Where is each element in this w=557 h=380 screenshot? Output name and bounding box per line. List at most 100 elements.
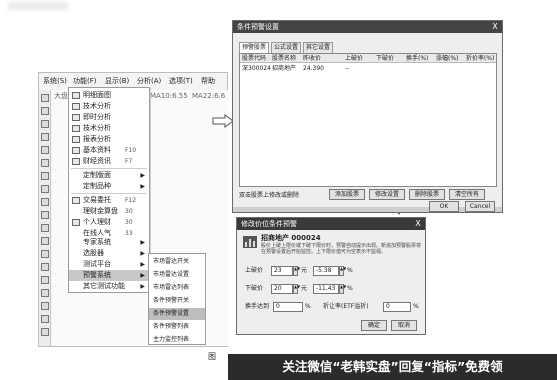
toolbar-icon[interactable]	[41, 289, 49, 297]
function-menu-tail: 其它测试功能 ▶	[68, 281, 150, 293]
submenu-item[interactable]: 市场雷达列表	[149, 282, 205, 294]
menu-item[interactable]: 测试平台 ▶	[69, 259, 149, 270]
menu-item[interactable]: 报表分析	[69, 134, 149, 145]
arrow-right-icon	[212, 114, 234, 128]
toolbar-icon[interactable]	[41, 185, 49, 193]
spinner-icon[interactable]: ▲▼	[293, 266, 300, 276]
modify-price-alert-dialog: 修改价位条件预警 X 招商地产 000024 股价上破上限价或下破下限价时，预警…	[236, 217, 426, 335]
submenu-item[interactable]: 主力监控列表	[149, 334, 205, 346]
menu-display[interactable]: 显示(B)	[105, 76, 129, 86]
toolbar-icon[interactable]	[41, 237, 49, 245]
close-icon[interactable]: X	[413, 219, 423, 228]
percent-label: %	[347, 285, 353, 292]
menu-item-icon	[72, 92, 80, 99]
discount-input[interactable]: 0	[383, 302, 411, 312]
toolbar-icon[interactable]	[41, 276, 49, 284]
alert-stock-list[interactable]: 股票代码 股票名称 昨收价 上破价 下破价 换手(%) 涨幅(%) 折价率(%)…	[239, 53, 497, 187]
menu-item[interactable]: 基本资料 F10	[69, 145, 149, 156]
menu-item-label: 技术分析	[83, 102, 111, 110]
toolbar-icon[interactable]	[41, 250, 49, 258]
menu-item[interactable]: 定制品种 ▶	[69, 181, 149, 192]
add-stock-button[interactable]: 添加股票	[329, 189, 365, 200]
menu-item[interactable]: 定制版面 ▶	[69, 170, 149, 181]
table-row[interactable]: 深300024 招商地产 24.390 --	[240, 64, 496, 73]
percent-label: %	[305, 303, 311, 310]
close-icon[interactable]: X	[490, 22, 500, 31]
lower-percent-input[interactable]: -11.43	[313, 284, 339, 294]
menu-system[interactable]: 系统(S)	[43, 76, 67, 86]
discount-label: 折让率(ETF溢折)	[323, 303, 369, 310]
column-header: 上破价	[345, 55, 364, 62]
toolbar-icon[interactable]	[41, 133, 49, 141]
lower-price-input[interactable]: 20	[271, 284, 293, 294]
confirm-button[interactable]: 确定	[361, 320, 387, 331]
unit-label: 元	[301, 267, 308, 274]
toolbar-icon[interactable]	[41, 172, 49, 180]
cell-code: 深300024	[242, 65, 271, 72]
toolbar-icon[interactable]	[41, 120, 49, 128]
lower-price-label: 下破价	[245, 285, 264, 292]
delete-stock-button[interactable]: 删除股票	[409, 189, 445, 200]
spinner-icon[interactable]: ▲▼	[339, 266, 346, 276]
toolbar-icon[interactable]	[41, 198, 49, 206]
toolbar-icon[interactable]	[41, 224, 49, 232]
submenu-arrow-icon: ▶	[140, 272, 145, 279]
menu-item-label: 预警系统	[83, 271, 111, 279]
menu-item[interactable]: 其它测试功能 ▶	[69, 281, 149, 292]
menu-item[interactable]: 明细面图	[69, 90, 149, 101]
toolbar-icon[interactable]	[41, 146, 49, 154]
menu-item[interactable]: 财经资讯 F7	[69, 156, 149, 167]
submenu-item[interactable]: 条件预警开关	[149, 295, 205, 307]
modify-settings-button[interactable]: 修改设置	[369, 189, 405, 200]
toolbar-icon[interactable]	[41, 107, 49, 115]
column-header: 下破价	[376, 55, 395, 62]
toolbar-icon[interactable]	[41, 315, 49, 323]
tab-formula-settings[interactable]: 公式设置	[271, 42, 301, 53]
toolbar-icon[interactable]	[41, 328, 49, 336]
menu-item-shortcut: 30	[125, 208, 133, 215]
percent-label: %	[413, 303, 419, 310]
menu-options[interactable]: 选项(T)	[169, 76, 193, 86]
tab-other-settings[interactable]: 其它设置	[303, 42, 333, 53]
menu-item[interactable]: 即时分析	[69, 112, 149, 123]
toolbar-icon[interactable]	[41, 263, 49, 271]
cancel-button[interactable]: Cancel	[465, 201, 495, 212]
menu-item[interactable]: 选股器 ▶	[69, 248, 149, 259]
ok-button[interactable]: OK	[429, 201, 459, 212]
menu-help[interactable]: 帮助	[201, 76, 215, 86]
menu-item[interactable]: 技术分析	[69, 123, 149, 134]
toolbar-icon[interactable]	[41, 94, 49, 102]
toolbar-icon[interactable]	[41, 302, 49, 310]
turnover-input[interactable]: 0	[273, 302, 303, 312]
cancel-button[interactable]: 取消	[391, 320, 417, 331]
function-menu-lower: 专家系统 ▶ 选股器 ▶ 测试平台 ▶ 预警系统 ▶	[68, 236, 150, 282]
upper-price-input[interactable]: 23	[271, 266, 293, 276]
menu-item[interactable]: 专家系统 ▶	[69, 237, 149, 248]
menu-item-shortcut: 30	[125, 219, 133, 226]
toolbar-icon[interactable]	[41, 211, 49, 219]
left-toolbar	[39, 90, 51, 346]
menu-item[interactable]: 技术分析	[69, 101, 149, 112]
upper-percent-input[interactable]: -5.38	[313, 266, 339, 276]
menu-item[interactable]: 理财金算盘 30	[69, 206, 149, 217]
alert-settings-dialog: 条件预警设置 X 预警股票 公式设置 其它设置 股票代码 股票名称 昨收价 上破…	[232, 20, 503, 213]
submenu-item[interactable]: 市场雷达开关	[149, 256, 205, 268]
column-header: 股票名称	[272, 55, 297, 62]
toolbar-icon[interactable]	[41, 159, 49, 167]
submenu-item[interactable]: 市场雷达设置	[149, 269, 205, 281]
menu-item-alert-system[interactable]: 预警系统 ▶	[69, 270, 149, 281]
menu-item[interactable]: 个人理财 30	[69, 217, 149, 228]
menu-function[interactable]: 功能(F)	[73, 76, 97, 86]
submenu-arrow-icon: ▶	[140, 261, 145, 268]
submenu-item-selected[interactable]: 条件预警设置	[149, 308, 205, 320]
submenu-item-label: 条件预警开关	[153, 297, 190, 304]
submenu-arrow-icon: ▶	[140, 250, 145, 257]
clear-all-button[interactable]: 清空所有	[449, 189, 485, 200]
menu-analysis[interactable]: 分析(A)	[137, 76, 161, 86]
menu-item[interactable]: 交易委托 F12	[69, 195, 149, 206]
spinner-icon[interactable]: ▲▼	[293, 284, 300, 294]
spinner-icon[interactable]: ▲▼	[339, 284, 346, 294]
submenu-arrow-icon: ▶	[140, 283, 145, 290]
submenu-item-label: 主力监控列表	[153, 336, 190, 343]
submenu-item[interactable]: 条件预警列表	[149, 321, 205, 333]
